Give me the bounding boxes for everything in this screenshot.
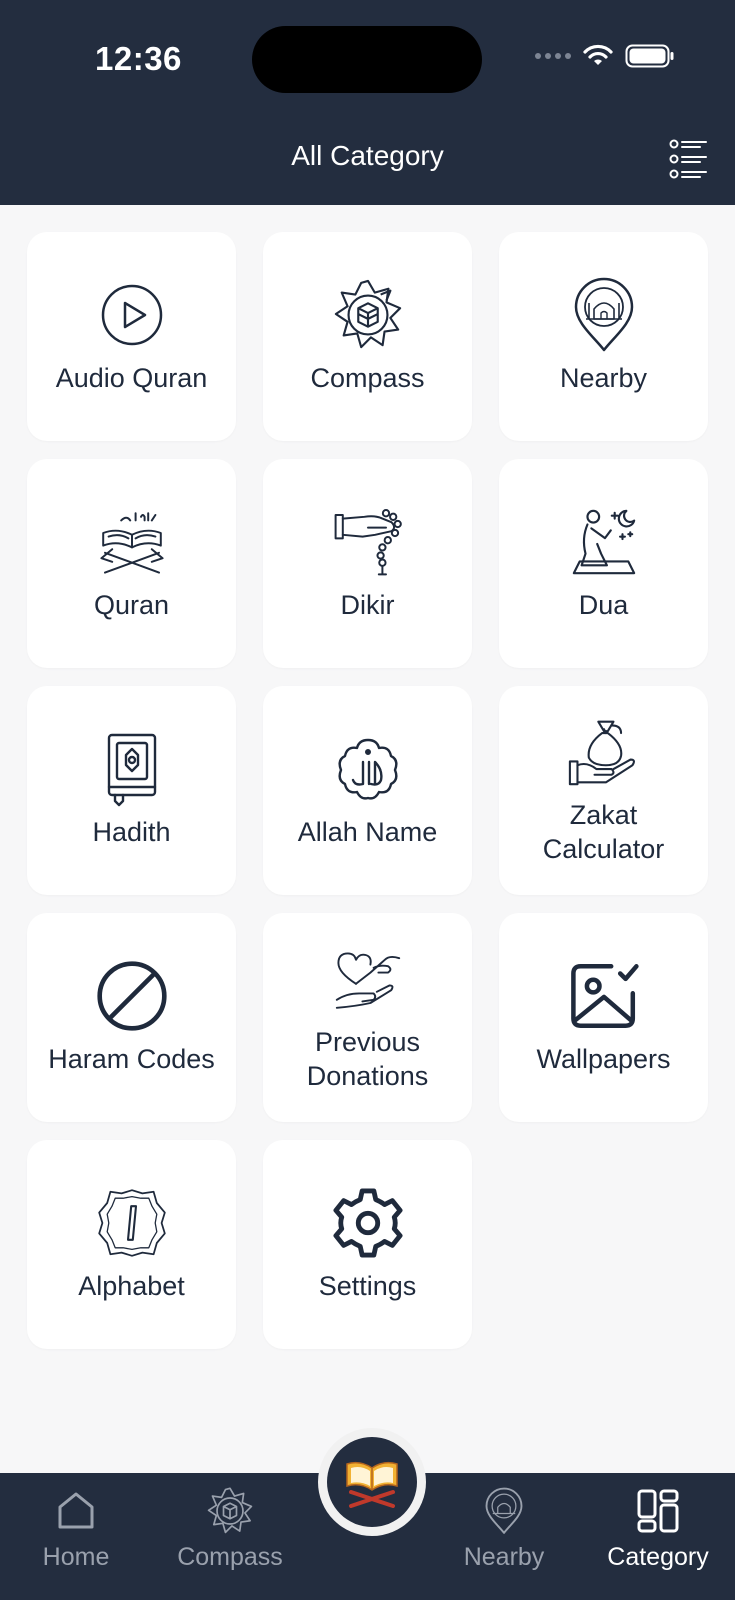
nav-category[interactable]: Category <box>588 1485 728 1572</box>
tile-label: Zakat Calculator <box>542 799 665 864</box>
tile-dua[interactable]: Dua <box>499 459 708 668</box>
prohibited-icon <box>96 960 167 1031</box>
nav-label: Category <box>607 1543 709 1571</box>
tile-label: Settings <box>318 1270 417 1301</box>
tile-label: Nearby <box>559 362 648 393</box>
tile-label: Allah Name <box>297 816 438 847</box>
tile-previous-donations[interactable]: Previous Donations <box>263 913 472 1122</box>
nav-home[interactable]: Home <box>6 1485 146 1572</box>
tile-label: Quran <box>93 589 170 620</box>
page-title: All Category <box>291 140 444 171</box>
tile-label: Haram Codes <box>48 1043 215 1074</box>
tile-label: Dua <box>578 589 629 620</box>
tile-audio-quran[interactable]: Audio Quran <box>27 232 236 441</box>
quran-book-icon <box>346 1461 398 1508</box>
mosque-pin-icon <box>574 277 633 351</box>
hadith-book-icon <box>107 733 156 806</box>
quran-book-icon <box>99 511 164 574</box>
arabic-alif-icon <box>97 1188 166 1257</box>
nav-label: Nearby <box>463 1543 545 1571</box>
compass-kaaba-icon <box>207 1487 253 1534</box>
status-time: 12:36 <box>95 40 182 77</box>
tile-hadith[interactable]: Hadith <box>27 686 236 895</box>
dynamic-island <box>252 26 482 93</box>
tile-label: Audio Quran <box>55 362 208 393</box>
play-circle-icon <box>101 284 162 345</box>
tile-quran[interactable]: Quran <box>27 459 236 668</box>
tile-settings[interactable]: Settings <box>263 1140 472 1349</box>
category-grid: Audio Quran Compass Nearby Quran Dikir D… <box>27 232 709 1349</box>
tile-label: Compass <box>310 362 425 393</box>
list-menu-icon[interactable] <box>669 138 709 180</box>
nav-label: Home <box>42 1543 110 1571</box>
top-bar: 12:36 All Category <box>0 0 735 205</box>
wifi-icon <box>583 44 613 65</box>
battery-icon <box>625 44 674 68</box>
tile-dikir[interactable]: Dikir <box>263 459 472 668</box>
tile-label: Alphabet <box>78 1270 185 1301</box>
tile-label: Wallpapers <box>536 1043 671 1074</box>
nav-label: Compass <box>177 1543 283 1571</box>
money-bag-hand-icon <box>568 720 635 785</box>
tile-zakat-calculator[interactable]: Zakat Calculator <box>499 686 708 895</box>
nav-nearby[interactable]: Nearby <box>434 1485 574 1572</box>
tile-label: Dikir <box>340 589 395 620</box>
status-icons <box>535 44 675 68</box>
home-icon <box>58 1492 94 1529</box>
tile-compass[interactable]: Compass <box>263 232 472 441</box>
allah-calligraphy-icon <box>337 738 398 800</box>
tile-allah-name[interactable]: Allah Name <box>263 686 472 895</box>
tile-label: Previous Donations <box>306 1026 429 1091</box>
heart-hand-icon <box>335 951 400 1009</box>
image-check-icon <box>570 963 639 1028</box>
prayer-beads-icon <box>334 508 402 575</box>
nav-compass[interactable]: Compass <box>160 1485 300 1572</box>
compass-kaaba-icon <box>334 279 401 348</box>
tile-label: Hadith <box>92 816 171 847</box>
signal-icon <box>535 53 571 59</box>
center-quran-button[interactable] <box>318 1428 426 1536</box>
tile-wallpapers[interactable]: Wallpapers <box>499 913 708 1122</box>
tile-alphabet[interactable]: Alphabet <box>27 1140 236 1349</box>
gear-icon <box>332 1187 403 1258</box>
category-grid-icon <box>637 1489 679 1533</box>
praying-person-icon <box>572 509 635 574</box>
tile-haram-codes[interactable]: Haram Codes <box>27 913 236 1122</box>
tile-nearby[interactable]: Nearby <box>499 232 708 441</box>
mosque-pin-icon <box>485 1487 523 1534</box>
